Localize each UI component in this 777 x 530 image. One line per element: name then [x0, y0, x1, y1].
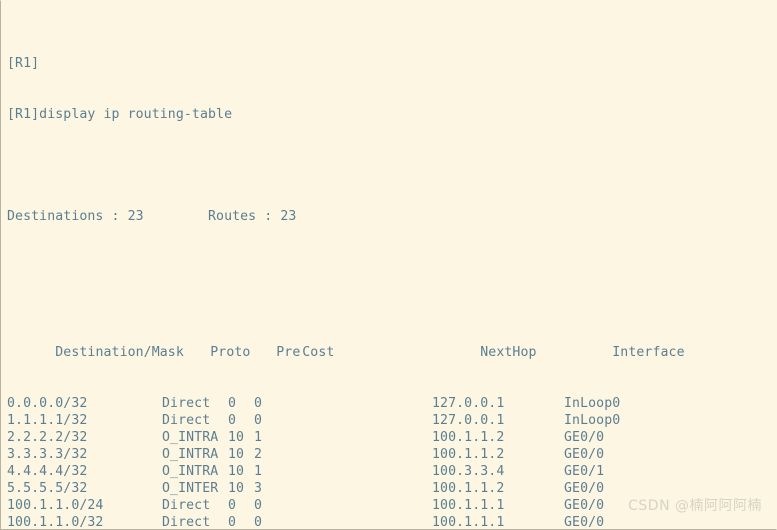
- prompt-line-top: [R1]: [7, 56, 40, 71]
- cell-interface: GE0/0: [564, 498, 605, 513]
- cell-interface: InLoop0: [564, 413, 621, 428]
- cell-destination: 3.3.3.3/32: [7, 447, 88, 462]
- cell-proto: O_INTRA: [162, 430, 219, 445]
- cell-destination: 100.1.1.0/24: [7, 498, 104, 513]
- cell-proto: O_INTRA: [162, 464, 219, 479]
- cell-interface: GE0/0: [564, 447, 605, 462]
- cell-cost: 0: [254, 498, 263, 513]
- cell-cost: 3: [254, 481, 263, 496]
- cell-proto: O_INTRA: [162, 447, 219, 462]
- cell-pre: 0: [228, 413, 237, 428]
- cell-interface: GE0/0: [564, 515, 605, 530]
- cell-destination: 4.4.4.4/32: [7, 464, 88, 479]
- cell-proto: Direct: [162, 515, 211, 530]
- table-header-row: Destination/Mask Proto Pre Cost NextHop Inter…: [7, 327, 776, 360]
- routing-table-body: 0.0.0.0/32 Direct 0 0 127.0.0.1 InLoop0 1.1.1.…: [7, 395, 776, 530]
- cell-nexthop: 100.1.1.2: [432, 481, 505, 496]
- cell-nexthop: 127.0.0.1: [432, 396, 505, 411]
- table-row: 5.5.5.5/32 O_INTER 10 3 100.1.1.2 GE0/0: [7, 480, 776, 497]
- table-row: 0.0.0.0/32 Direct 0 0 127.0.0.1 InLoop0: [7, 395, 776, 412]
- route-summary-line: Destinations : 23 Routes : 23: [7, 209, 297, 224]
- cell-proto: Direct: [162, 396, 211, 411]
- cell-proto: Direct: [162, 498, 211, 513]
- cell-interface: GE0/0: [564, 481, 605, 496]
- cell-pre: 0: [228, 396, 237, 411]
- table-row: 2.2.2.2/32 O_INTRA 10 1 100.1.1.2 GE0/0: [7, 429, 776, 446]
- cell-nexthop: 127.0.0.1: [432, 413, 505, 428]
- cell-cost: 0: [254, 413, 263, 428]
- cell-pre: 10: [228, 464, 245, 479]
- cell-cost: 1: [254, 430, 263, 445]
- cell-nexthop: 100.1.1.1: [432, 498, 505, 513]
- column-header-cost: Cost: [302, 345, 335, 360]
- column-header-proto: Proto: [210, 345, 251, 360]
- cell-nexthop: 100.3.3.4: [432, 464, 505, 479]
- column-header-destination: Destination/Mask: [55, 345, 184, 360]
- terminal-window[interactable]: [R1] [R1]display ip routing-table Destin…: [0, 0, 777, 530]
- cell-cost: 0: [254, 396, 263, 411]
- column-header-interface: Interface: [612, 345, 685, 360]
- command-line: [R1]display ip routing-table: [7, 107, 233, 122]
- cell-nexthop: 100.1.1.2: [432, 447, 505, 462]
- cell-cost: 1: [254, 464, 263, 479]
- column-header-nexthop: NextHop: [480, 345, 537, 360]
- table-row: 100.1.1.0/24 Direct 0 0 100.1.1.1 GE0/0: [7, 497, 776, 514]
- cell-destination: 5.5.5.5/32: [7, 481, 88, 496]
- cell-destination: 100.1.1.0/32: [7, 515, 104, 530]
- table-row: 1.1.1.1/32 Direct 0 0 127.0.0.1 InLoop0: [7, 412, 776, 429]
- cell-pre: 10: [228, 447, 245, 462]
- terminal-screen: [R1] [R1]display ip routing-table Destin…: [7, 4, 776, 530]
- cell-interface: GE0/1: [564, 464, 605, 479]
- table-row: 100.1.1.0/32 Direct 0 0 100.1.1.1 GE0/0: [7, 514, 776, 530]
- cell-pre: 0: [228, 515, 237, 530]
- cell-pre: 10: [228, 481, 245, 496]
- cell-nexthop: 100.1.1.2: [432, 430, 505, 445]
- cell-pre: 0: [228, 498, 237, 513]
- cell-interface: GE0/0: [564, 430, 605, 445]
- cell-proto: O_INTER: [162, 481, 219, 496]
- cell-cost: 2: [254, 447, 263, 462]
- table-row: 3.3.3.3/32 O_INTRA 10 2 100.1.1.2 GE0/0: [7, 446, 776, 463]
- cell-pre: 10: [228, 430, 245, 445]
- table-row: 4.4.4.4/32 O_INTRA 10 1 100.3.3.4 GE0/1: [7, 463, 776, 480]
- cell-proto: Direct: [162, 413, 211, 428]
- cell-destination: 1.1.1.1/32: [7, 413, 88, 428]
- cell-interface: InLoop0: [564, 396, 621, 411]
- cell-cost: 0: [254, 515, 263, 530]
- column-header-pre: Pre: [276, 345, 301, 360]
- cell-nexthop: 100.1.1.1: [432, 515, 505, 530]
- cell-destination: 2.2.2.2/32: [7, 430, 88, 445]
- cell-destination: 0.0.0.0/32: [7, 396, 88, 411]
